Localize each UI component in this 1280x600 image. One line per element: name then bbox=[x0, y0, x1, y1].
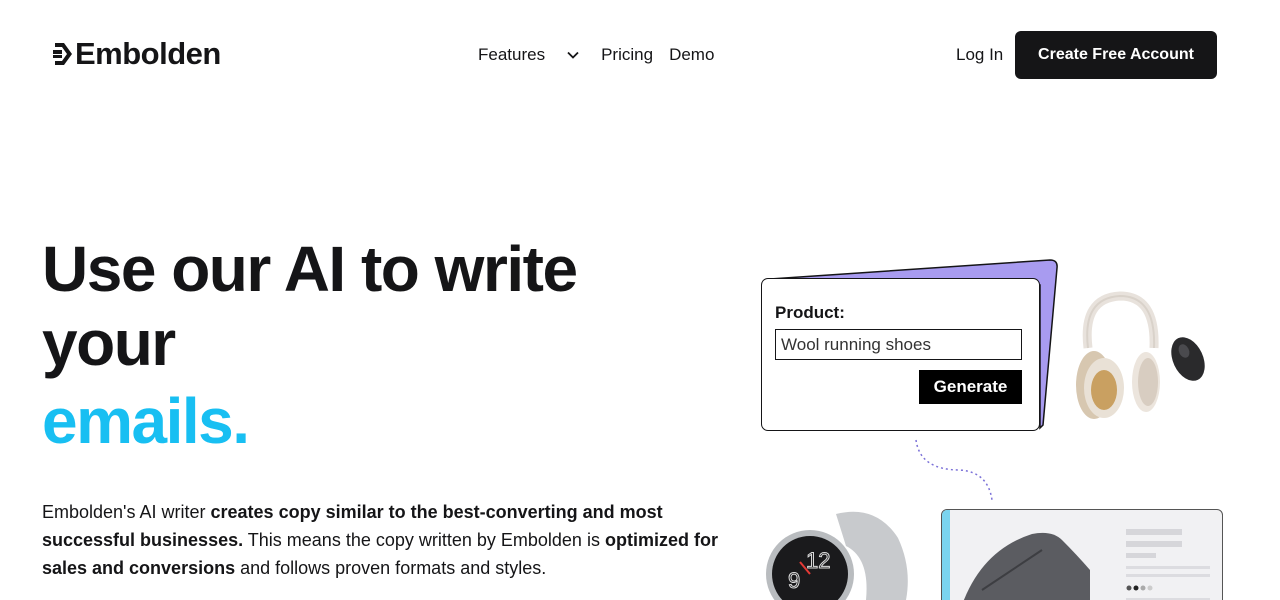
shoe-image bbox=[942, 510, 1210, 600]
svg-text:9: 9 bbox=[788, 568, 800, 593]
svg-text:12: 12 bbox=[806, 548, 830, 573]
desc-part3: and follows proven formats and styles. bbox=[235, 558, 547, 578]
shoe-preview-card bbox=[941, 509, 1223, 600]
product-label: Product: bbox=[775, 303, 845, 322]
login-link[interactable]: Log In bbox=[956, 43, 1003, 67]
main-nav: Features Pricing Demo bbox=[478, 43, 714, 67]
hero-title-accent: emails. bbox=[42, 385, 250, 457]
desc-part2: This means the copy written by Embolden … bbox=[243, 530, 605, 550]
hero-description: Embolden's AI writer creates copy simila… bbox=[42, 498, 742, 582]
mouse-image bbox=[1171, 337, 1205, 381]
watch-image: 12 9 bbox=[766, 511, 908, 600]
headphones-image bbox=[1076, 291, 1160, 419]
generate-button[interactable]: Generate bbox=[919, 370, 1022, 404]
product-input[interactable] bbox=[775, 329, 1022, 360]
nav-pricing[interactable]: Pricing bbox=[601, 43, 653, 67]
hero-title: Use our AI to write your emails. bbox=[42, 232, 682, 458]
hero-title-line1: Use our AI to write bbox=[42, 233, 578, 305]
nav-features[interactable]: Features bbox=[478, 43, 601, 67]
embolden-arrow-icon bbox=[53, 43, 72, 65]
nav-features-label[interactable]: Features bbox=[478, 43, 545, 67]
logo[interactable]: Embolden bbox=[53, 37, 221, 71]
demo-card: Product: Generate bbox=[761, 278, 1040, 431]
desc-part1: Embolden's AI writer bbox=[42, 502, 211, 522]
nav-demo[interactable]: Demo bbox=[669, 43, 714, 67]
hero-title-line2: your bbox=[42, 307, 176, 379]
logo-text: Embolden bbox=[75, 36, 221, 71]
create-account-button[interactable]: Create Free Account bbox=[1015, 31, 1217, 79]
site-header: Embolden Features Pricing Demo Log In Cr… bbox=[0, 0, 1280, 110]
chevron-down-icon[interactable] bbox=[567, 51, 579, 59]
